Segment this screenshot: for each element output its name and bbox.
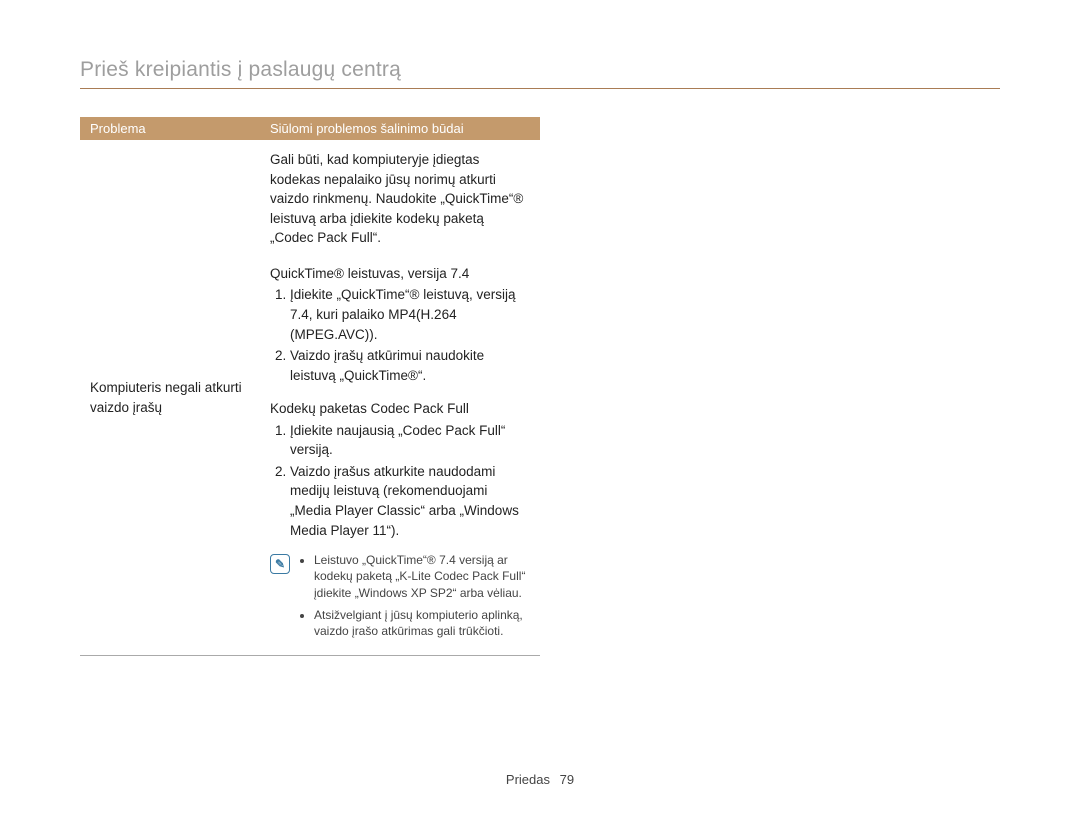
solution-group-a-steps: Įdiekite „QuickTime“® leistuvą, versiją … — [270, 285, 528, 385]
note-list: Leistuvo „QuickTime“® 7.4 versiją ar kod… — [300, 552, 528, 645]
table-row: Kompiuteris negali atkurti vaizdo įrašų … — [80, 140, 540, 656]
page-number: 79 — [560, 772, 574, 787]
troubleshooting-table: Problema Siūlomi problemos šalinimo būda… — [80, 117, 540, 656]
list-item: Vaizdo įrašus atkurkite naudodami medijų… — [290, 462, 528, 540]
cell-solution: Gali būti, kad kompiuteryje įdiegtas kod… — [260, 140, 540, 656]
table-header-row: Problema Siūlomi problemos šalinimo būda… — [80, 117, 540, 140]
list-item: Vaizdo įrašų atkūrimui naudokite leistuv… — [290, 346, 528, 385]
col-header-solution: Siūlomi problemos šalinimo būdai — [260, 117, 540, 140]
list-item: Leistuvo „QuickTime“® 7.4 versiją ar kod… — [314, 552, 528, 601]
solution-group-b-title: Kodekų paketas Codec Pack Full — [270, 399, 528, 419]
page-footer: Priedas 79 — [0, 772, 1080, 787]
list-item: Įdiekite naujausią „Codec Pack Full“ ver… — [290, 421, 528, 460]
list-item: Įdiekite „QuickTime“® leistuvą, versiją … — [290, 285, 528, 344]
col-header-problem: Problema — [80, 117, 260, 140]
cell-problem: Kompiuteris negali atkurti vaizdo įrašų — [80, 140, 260, 656]
note-box: ✎ Leistuvo „QuickTime“® 7.4 versiją ar k… — [270, 552, 528, 645]
page-title: Prieš kreipiantis į paslaugų centrą — [80, 58, 1000, 89]
solution-intro: Gali būti, kad kompiuteryje įdiegtas kod… — [270, 150, 528, 248]
list-item: Atsižvelgiant į jūsų kompiuterio aplinką… — [314, 607, 528, 639]
note-icon: ✎ — [270, 554, 290, 574]
troubleshooting-table-wrapper: Problema Siūlomi problemos šalinimo būda… — [80, 117, 540, 656]
solution-group-b-steps: Įdiekite naujausią „Codec Pack Full“ ver… — [270, 421, 528, 540]
solution-group-a-title: QuickTime® leistuvas, versija 7.4 — [270, 264, 528, 284]
manual-page: Prieš kreipiantis į paslaugų centrą Prob… — [0, 0, 1080, 815]
footer-label: Priedas — [506, 772, 550, 787]
